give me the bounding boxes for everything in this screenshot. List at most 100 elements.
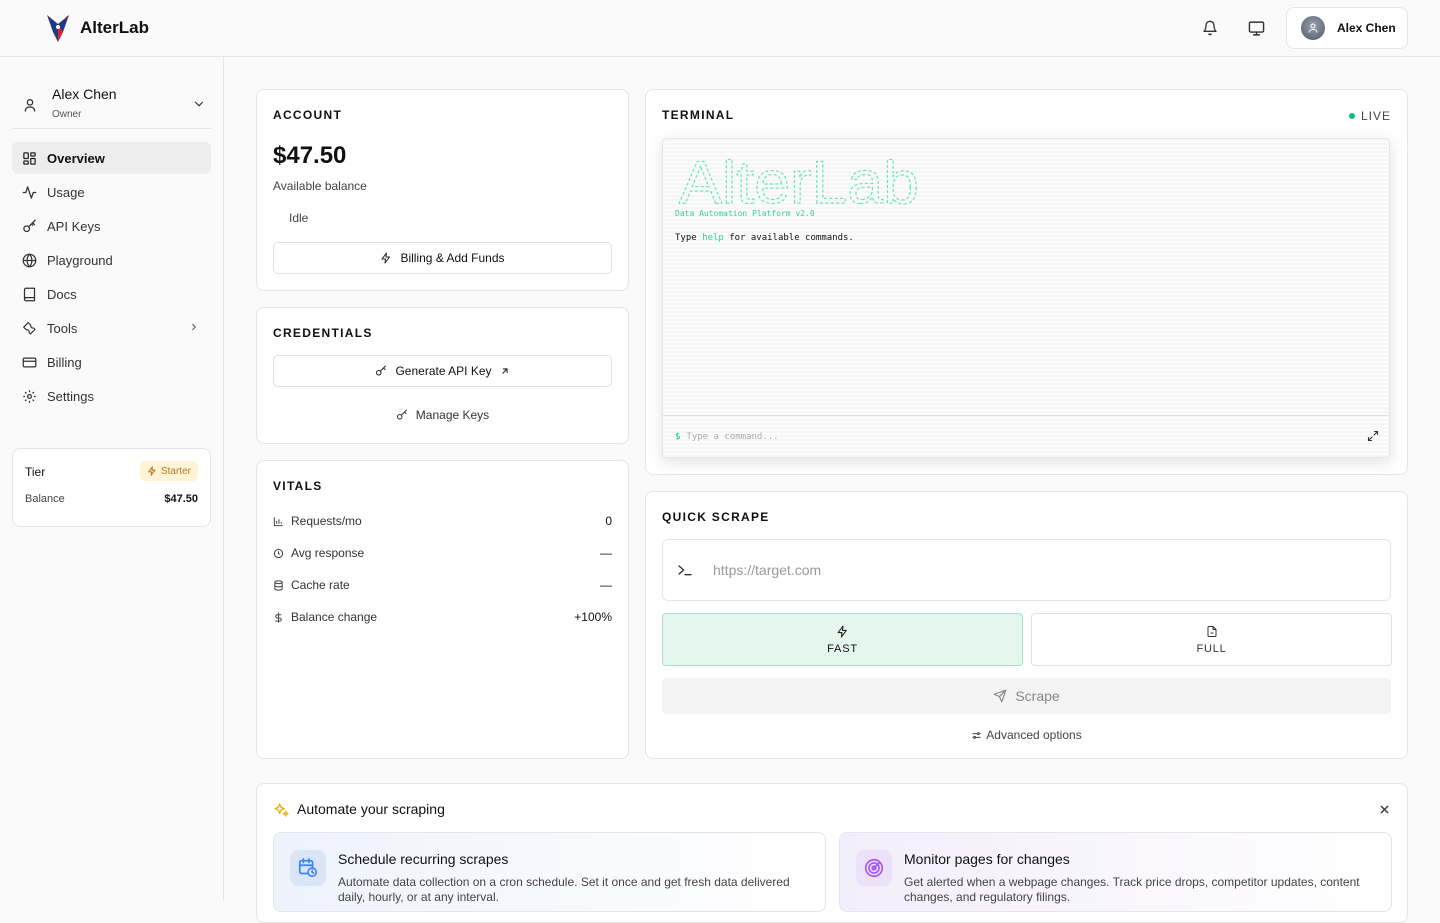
- feature-monitor[interactable]: Monitor pages for changes Get alerted wh…: [839, 832, 1392, 912]
- url-input[interactable]: https://target.com: [662, 539, 1391, 601]
- tier-balance-value: $47.50: [164, 493, 198, 505]
- mode-full-button[interactable]: FULL: [1031, 613, 1392, 666]
- clock-icon: [273, 548, 284, 558]
- key-icon: [23, 219, 36, 232]
- balance-amount: $47.50: [273, 142, 347, 169]
- manage-keys-label: Manage Keys: [415, 408, 490, 422]
- globe-icon: [22, 253, 37, 267]
- expand-icon[interactable]: [1367, 430, 1379, 442]
- gear-icon: [23, 389, 36, 403]
- terminal-banner-text: AlterLab: [679, 151, 919, 211]
- sidebar-item-label: Overview: [47, 150, 105, 166]
- lightning-icon: [381, 252, 391, 264]
- vital-label: Avg response: [291, 546, 365, 560]
- tier-label: Tier: [25, 465, 46, 479]
- scrape-button[interactable]: Scrape: [662, 678, 1391, 714]
- terminal-output-line: Type help for available commands.: [675, 233, 854, 243]
- vital-row-cache-rate: Cache rate —: [273, 575, 612, 595]
- mode-label: FAST: [827, 642, 858, 655]
- live-label: LIVE: [1360, 109, 1391, 123]
- app-logo[interactable]: AlterLab: [44, 12, 149, 44]
- send-icon: [993, 689, 1007, 703]
- vital-value: —: [600, 578, 612, 592]
- sidebar-item-billing[interactable]: Billing: [12, 346, 211, 378]
- sidebar-item-tools[interactable]: Tools: [12, 312, 211, 344]
- feature-description: Automate data collection on a cron sched…: [338, 875, 790, 904]
- avatar: [1301, 16, 1325, 40]
- sparkles-icon: [274, 803, 289, 817]
- vital-value: —: [600, 546, 612, 560]
- sidebar-item-usage[interactable]: Usage: [12, 176, 211, 208]
- profile-switcher[interactable]: Alex Chen Owner: [12, 69, 211, 129]
- sidebar-item-playground[interactable]: Playground: [12, 244, 211, 276]
- sidebar-item-docs[interactable]: Docs: [12, 278, 211, 310]
- feature-schedule[interactable]: Schedule recurring scrapes Automate data…: [273, 832, 826, 912]
- terminal-line-pre: Type: [675, 233, 703, 243]
- chevron-down-icon: [194, 101, 204, 107]
- feature-description: Get alerted when a webpage changes. Trac…: [904, 875, 1360, 904]
- grid-icon: [23, 151, 36, 165]
- sidebar-item-label: Tools: [47, 320, 78, 336]
- user-menu-button[interactable]: Alex Chen: [1286, 7, 1408, 49]
- sliders-icon: [972, 731, 981, 739]
- live-indicator: LIVE: [1348, 109, 1391, 123]
- billing-button-label: Billing & Add Funds: [400, 251, 505, 265]
- terminal-title: TERMINAL: [662, 108, 735, 122]
- scrape-button-label: Scrape: [1015, 688, 1060, 704]
- vital-label: Requests/mo: [291, 514, 362, 528]
- account-card: ACCOUNT $47.50 Available balance Idle Bi…: [256, 89, 629, 291]
- bell-icon[interactable]: [1200, 18, 1220, 38]
- live-dot: [1348, 113, 1355, 119]
- sidebar-item-api-keys[interactable]: API Keys: [12, 210, 211, 242]
- credentials-title: CREDENTIALS: [273, 326, 373, 340]
- account-title: ACCOUNT: [273, 108, 343, 122]
- advanced-options-toggle[interactable]: Advanced options: [662, 726, 1391, 744]
- quick-scrape-title: QUICK SCRAPE: [662, 510, 770, 524]
- advanced-options-label: Advanced options: [986, 728, 1082, 742]
- terminal-tagline: Data Automation Platform v2.0: [675, 209, 815, 218]
- mode-label: FULL: [1196, 642, 1227, 655]
- sidebar-item-label: Docs: [47, 286, 77, 302]
- alterlab-logo-icon: [47, 15, 69, 42]
- terminal-prompt: $: [675, 431, 681, 442]
- terminal-prompt-icon: [678, 565, 692, 576]
- terminal-help-keyword: help: [702, 233, 724, 243]
- dollar-icon: [275, 611, 282, 623]
- sidebar-nav: Overview Usage API Keys Playground Docs …: [12, 142, 211, 414]
- generate-api-key-button[interactable]: Generate API Key: [273, 355, 612, 387]
- user-icon: [24, 99, 36, 112]
- vital-row-balance-change: Balance change +100%: [273, 607, 612, 627]
- terminal-window[interactable]: AlterLab Data Automation Platform v2.0 T…: [662, 138, 1390, 458]
- vital-value: +100%: [574, 610, 612, 624]
- bar-chart-icon: [273, 516, 283, 526]
- close-icon[interactable]: [1378, 803, 1391, 816]
- tier-badge[interactable]: Starter: [139, 461, 198, 481]
- terminal-banner: AlterLab: [678, 151, 919, 211]
- profile-name: Alex Chen: [52, 86, 117, 102]
- user-name: Alex Chen: [1337, 21, 1396, 35]
- sidebar-item-label: Billing: [47, 354, 82, 370]
- terminal-card: TERMINAL LIVE AlterLab Data Automation P…: [645, 89, 1408, 475]
- calendar-clock-icon: [290, 850, 326, 886]
- manage-keys-link[interactable]: Manage Keys: [273, 405, 612, 425]
- tier-card: Tier Starter Balance $47.50: [12, 448, 211, 527]
- monitor-icon[interactable]: [1246, 18, 1266, 38]
- sidebar-item-settings[interactable]: Settings: [12, 380, 211, 412]
- mode-fast-button[interactable]: FAST: [662, 613, 1023, 666]
- vitals-card: VITALS Requests/mo 0 Avg response — Cach…: [256, 460, 629, 759]
- terminal-input[interactable]: $ Type a command...: [663, 415, 1389, 457]
- sidebar-item-overview[interactable]: Overview: [12, 142, 211, 174]
- account-status: Idle: [289, 211, 309, 225]
- lightning-icon: [148, 466, 156, 476]
- app-name: AlterLab: [80, 18, 149, 37]
- sidebar-item-label: Playground: [47, 252, 113, 268]
- tier-balance-label: Balance: [25, 493, 65, 505]
- billing-add-funds-button[interactable]: Billing & Add Funds: [273, 242, 612, 274]
- vital-value: 0: [605, 514, 612, 528]
- activity-icon: [22, 185, 37, 199]
- terminal-line-post: for available commands.: [723, 233, 854, 243]
- key-icon: [376, 365, 387, 376]
- top-bar: AlterLab Alex Chen: [0, 0, 1440, 57]
- chevron-right-icon: [192, 323, 196, 331]
- quick-scrape-card: QUICK SCRAPE https://target.com FAST FUL…: [645, 491, 1408, 759]
